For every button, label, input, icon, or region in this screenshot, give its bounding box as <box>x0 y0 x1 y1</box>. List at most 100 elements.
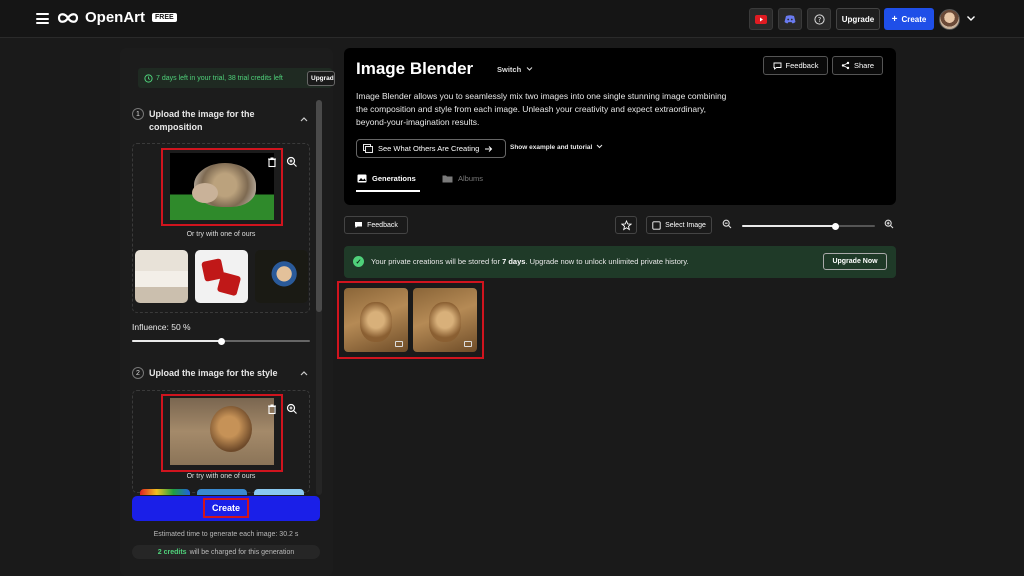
feedback-secondary-button[interactable]: Feedback <box>344 216 408 234</box>
plan-badge: FREE <box>152 13 177 22</box>
influence-label: Influence: 50 % <box>132 322 191 332</box>
collapse-step-2-icon[interactable] <box>300 370 308 376</box>
storage-notice-text: Your private creations will be stored fo… <box>371 257 689 266</box>
zoom-slider-knob[interactable] <box>831 222 839 230</box>
upgrade-button[interactable]: Upgrade <box>836 8 880 30</box>
zoom-in-icon[interactable] <box>884 219 894 229</box>
feedback-secondary-label: Feedback <box>367 221 398 229</box>
tab-albums[interactable]: Albums <box>442 174 483 183</box>
show-example-label: Show example and tutorial <box>510 144 593 151</box>
style-sample-caption: Or try with one of ours <box>186 473 256 480</box>
page-title: Image Blender <box>356 59 474 78</box>
zoom-style-icon[interactable] <box>285 402 299 416</box>
style-sample-thumb-3[interactable] <box>254 489 304 495</box>
select-icon <box>652 220 661 230</box>
collapse-step-1-icon[interactable] <box>300 116 308 122</box>
style-image <box>170 398 274 465</box>
influence-slider-knob[interactable] <box>217 337 225 345</box>
sample-portrait-thumb[interactable] <box>255 250 308 303</box>
credits-amount: 2 credits <box>157 548 187 556</box>
tab-generations[interactable]: Generations <box>357 174 416 183</box>
panel-scrollbar-thumb[interactable] <box>316 100 322 312</box>
gallery-icon <box>363 144 373 153</box>
sample-dice-thumb[interactable] <box>195 250 248 303</box>
create-button-label: Create <box>901 14 927 24</box>
plus-icon: + <box>891 13 898 25</box>
trial-text: 7 days left in your trial, 38 trial cred… <box>156 74 283 82</box>
notice-days: 7 days <box>502 257 526 266</box>
svg-text:?: ? <box>817 16 821 24</box>
discord-button[interactable] <box>778 8 802 30</box>
active-tab-indicator <box>356 190 420 192</box>
message-icon <box>355 222 363 228</box>
step-2-number: 2 <box>132 367 144 379</box>
step-1-number: 1 <box>132 108 144 120</box>
step-1-title-line2: composition <box>149 122 203 132</box>
step-1-title-line1: Upload the image for the <box>149 109 255 119</box>
delete-composition-icon[interactable] <box>265 155 279 169</box>
openart-logo-icon <box>57 12 79 23</box>
sample-caption: Or try with one of ours <box>186 231 256 238</box>
select-image-button[interactable]: Select Image <box>646 216 712 234</box>
credits-text: will be charged for this generation <box>189 548 295 556</box>
show-example-link[interactable]: Show example and tutorial <box>510 144 603 151</box>
generated-image-2[interactable] <box>413 288 477 352</box>
avatar[interactable] <box>939 9 960 30</box>
sample-bedroom-thumb[interactable] <box>135 250 188 303</box>
tab-generations-label: Generations <box>372 174 416 183</box>
generated-image-1[interactable] <box>344 288 408 352</box>
see-others-button[interactable]: See What Others Are Creating <box>356 139 506 158</box>
share-label: Share <box>853 61 874 70</box>
message-icon <box>773 62 781 70</box>
switch-tool-dropdown[interactable]: Switch <box>497 65 533 74</box>
tab-albums-label: Albums <box>458 174 484 183</box>
upgrade-now-button[interactable]: Upgrade Now <box>823 253 887 270</box>
image-badge-icon <box>395 341 403 347</box>
delete-style-icon[interactable] <box>265 402 279 416</box>
zoom-out-icon[interactable] <box>722 219 732 229</box>
share-icon <box>841 61 850 70</box>
youtube-icon <box>755 14 767 24</box>
chevron-down-icon[interactable] <box>966 13 976 23</box>
top-bar: OpenArt FREE ? Upgrade + Create <box>0 0 1024 38</box>
style-sample-thumb-2[interactable] <box>197 489 247 495</box>
image-badge-icon <box>464 341 472 347</box>
discord-icon <box>784 14 796 23</box>
credits-notice: 2 credits will be charged for this gener… <box>132 545 320 559</box>
folder-icon <box>442 175 453 183</box>
see-others-label: See What Others Are Creating <box>378 144 480 153</box>
chevron-down-icon <box>526 67 533 71</box>
share-button[interactable]: Share <box>832 56 883 75</box>
zoom-slider-fill <box>742 225 836 227</box>
trial-upgrade-button[interactable]: Upgrade <box>307 71 335 86</box>
composition-image <box>170 153 274 220</box>
tool-description: Image Blender allows you to seamlessly m… <box>356 91 727 127</box>
influence-slider-fill <box>132 340 221 342</box>
switch-label: Switch <box>497 65 522 74</box>
create-button[interactable]: + Create <box>884 8 934 30</box>
estimated-time: Estimated time to generate each image: 3… <box>153 531 299 538</box>
help-button[interactable]: ? <box>807 8 831 30</box>
feedback-button[interactable]: Feedback <box>763 56 828 75</box>
notice-text-after: . Upgrade now to unlock unlimited privat… <box>525 257 689 266</box>
select-image-label: Select Image <box>665 221 706 229</box>
trial-banner: 7 days left in your trial, 38 trial cred… <box>138 68 332 88</box>
youtube-button[interactable] <box>749 8 773 30</box>
step-2-title: Upload the image for the style <box>149 368 278 378</box>
menu-icon[interactable] <box>36 13 49 24</box>
style-sample-thumb-1[interactable] <box>140 489 190 495</box>
generate-button-label[interactable]: Create <box>203 498 249 518</box>
check-icon: ✓ <box>353 256 364 267</box>
step-1-title: Upload the image for the composition <box>149 108 255 134</box>
notice-text-before: Your private creations will be stored fo… <box>371 257 500 266</box>
zoom-composition-icon[interactable] <box>285 155 299 169</box>
feedback-label: Feedback <box>785 61 819 70</box>
favorite-button[interactable] <box>615 216 637 234</box>
logo-text: OpenArt <box>85 9 145 26</box>
image-icon <box>357 174 367 183</box>
clock-icon <box>144 73 153 83</box>
chevron-down-icon <box>596 144 603 149</box>
help-icon: ? <box>813 13 825 25</box>
logo[interactable]: OpenArt FREE <box>55 9 177 26</box>
arrow-right-icon <box>485 145 493 152</box>
